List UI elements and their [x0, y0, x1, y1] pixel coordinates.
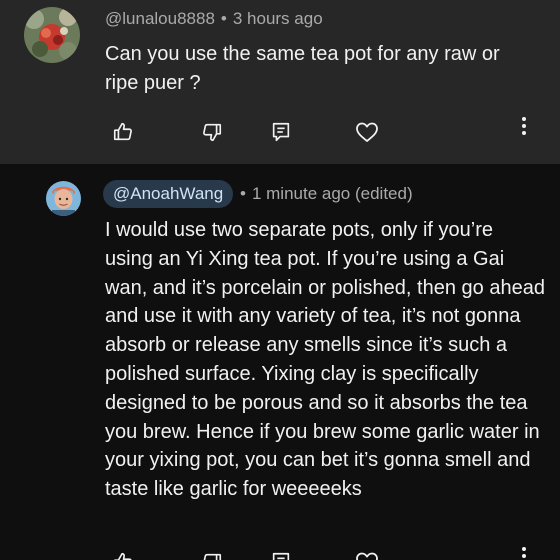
reply-author-chip[interactable]: @AnoahWang	[103, 180, 234, 208]
reply-avatar[interactable]	[46, 181, 81, 216]
highlighted-comment: @lunalou8888 • 3 hours ago Can you use the…	[0, 0, 560, 164]
thumbs-up-icon[interactable]	[105, 544, 141, 560]
heart-icon[interactable]	[349, 544, 385, 560]
reply-time: 1 minute ago (edited)	[251, 184, 413, 203]
reply-meta: • 1 minute ago (edited)	[240, 184, 413, 204]
comment-meta: @lunalou8888 • 3 hours ago	[105, 9, 323, 29]
comments-view: @lunalou8888 • 3 hours ago Can you use the…	[0, 0, 560, 560]
comment-icon[interactable]	[263, 114, 299, 150]
thumbs-up-icon[interactable]	[105, 114, 141, 150]
comment-actions	[0, 114, 560, 150]
thumbs-down-icon[interactable]	[194, 544, 230, 560]
heart-icon[interactable]	[349, 114, 385, 150]
separator-dot: •	[240, 184, 246, 203]
comment-icon[interactable]	[263, 544, 299, 560]
reply-actions	[0, 544, 560, 560]
more-vertical-icon[interactable]	[506, 108, 542, 144]
reply-text: I would use two separate pots, only if y…	[105, 219, 545, 501]
comment-text: Can you use the same tea pot for any raw…	[105, 43, 500, 94]
thumbs-down-icon[interactable]	[194, 114, 230, 150]
separator-dot: •	[220, 9, 227, 28]
reply-author: @AnoahWang	[113, 184, 224, 203]
comment-time: 3 hours ago	[232, 9, 323, 28]
comment-author[interactable]: @lunalou8888	[105, 9, 215, 28]
more-vertical-icon[interactable]	[506, 538, 542, 560]
avatar[interactable]	[24, 7, 80, 63]
